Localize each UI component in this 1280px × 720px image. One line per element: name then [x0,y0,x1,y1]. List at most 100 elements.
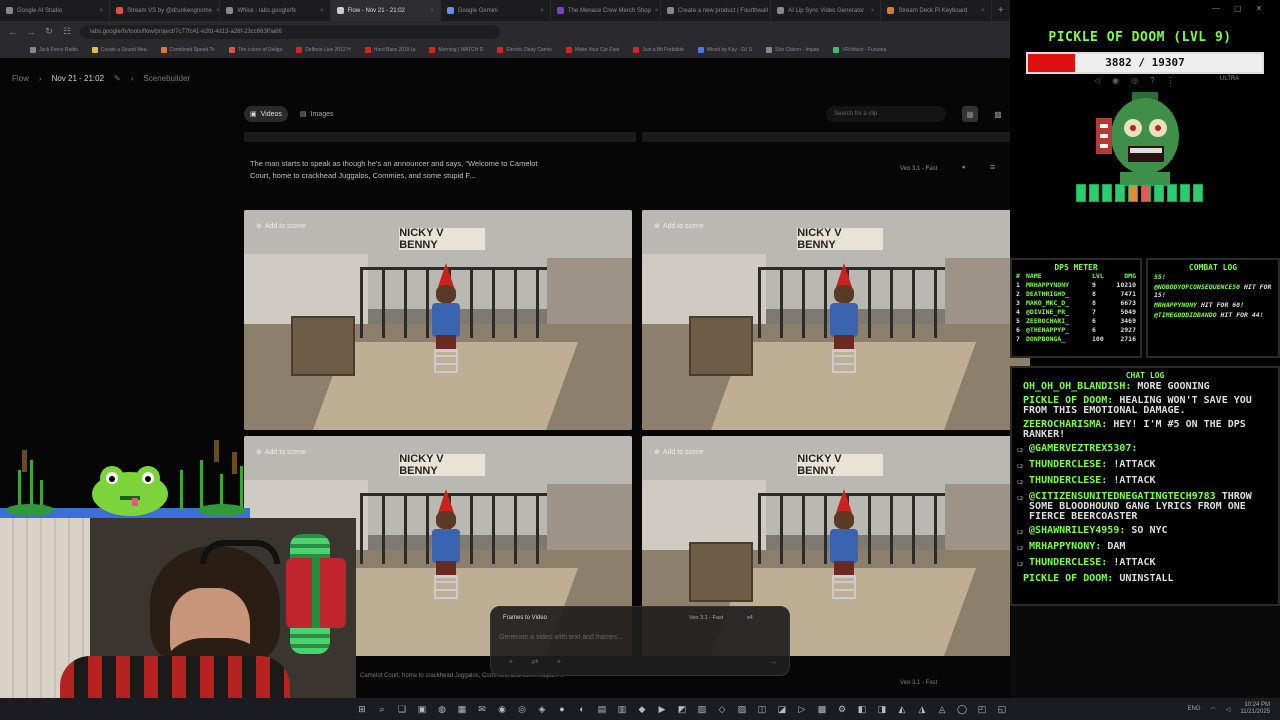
pencil-icon[interactable]: ✎ [114,74,121,83]
browser-tab[interactable]: Whisk - labs.google/fx × [220,0,331,21]
breadcrumb-section[interactable]: Scenebuilder [143,74,190,83]
wifi-icon[interactable]: ◠ [1211,706,1216,713]
add-frame-icon[interactable]: + [553,655,565,667]
bookmark-item[interactable]: Deftone Live 2012 H [296,47,351,53]
zoom-icon[interactable]: ◪ [774,701,790,717]
add-to-scene-button[interactable]: ⊕ Add to scene [654,448,704,457]
close-tab-icon[interactable]: × [100,8,104,14]
browser-tab[interactable]: Flow - Nov 21 - 21:02 × [330,0,441,21]
add-to-scene-button[interactable]: ⊕ Add to scene [654,222,704,231]
windows-icon[interactable]: ⊞ [354,701,370,717]
tray-clock[interactable]: 10:24 PM 11/21/2025 [1240,702,1270,716]
browser-tab[interactable]: Stream VS by @drunkengnome × [110,0,221,21]
url-field[interactable]: labs.google/fx/tools/flow/project/7c77fc… [80,24,500,39]
browser-tab[interactable]: Google Gemini × [441,0,551,21]
tab-images[interactable]: ▤ Images [294,106,340,122]
bookmark-item[interactable]: Create a Sound Nea [91,47,147,53]
bookmark-item[interactable]: The colors of Deliga [228,47,282,53]
bookmark-item[interactable]: VRchitect - Fursona [833,47,886,53]
close-tab-icon[interactable]: × [981,8,985,14]
browser-tab[interactable]: Stream Deck Pi Keyboard × [881,0,992,21]
bookmark-item[interactable]: Make Your Car Fast [565,47,619,53]
add-to-scene-button[interactable]: ⊕ Add to scene [256,448,306,457]
back-icon[interactable]: ← [8,27,18,37]
tab-videos[interactable]: ▣ Videos [244,106,288,122]
xbox-icon[interactable]: ◯ [954,701,970,717]
close-tab-icon[interactable]: × [320,8,324,14]
ea-icon[interactable]: ◬ [934,701,950,717]
onenote-icon[interactable]: ◰ [974,701,990,717]
davinci-icon[interactable]: ◩ [674,701,690,717]
browser-tab[interactable]: Google AI Studio × [0,0,111,21]
terminal-icon[interactable]: ▶ [654,701,670,717]
mail-icon[interactable]: ✉ [474,701,490,717]
vscode-icon[interactable]: ◆ [634,701,650,717]
help-icon[interactable]: ? [1150,76,1154,85]
epic-icon[interactable]: ◧ [854,701,870,717]
forward-icon[interactable]: → [26,27,36,37]
steam-icon[interactable]: ◉ [494,701,510,717]
discord-icon[interactable]: ◈ [534,701,550,717]
list-icon[interactable]: ≡ [990,162,995,172]
figma-icon[interactable]: ◇ [714,701,730,717]
bookmark-item[interactable]: Just a Bit Forbidde [633,47,684,53]
premiere-icon[interactable]: ▥ [614,701,630,717]
bookmark-item[interactable]: Electric Dairy Carnie [497,47,552,53]
explorer-icon[interactable]: ▣ [414,701,430,717]
bookmark-item[interactable]: Morning | WATCH D [429,47,483,53]
browser-tab[interactable]: AI Lip Sync Video Generator × [771,0,882,21]
composer-count[interactable]: x4 [747,615,753,621]
volume-icon[interactable]: ◁ [1226,706,1231,713]
tile-view-icon[interactable]: ▩ [990,106,1006,122]
clip-search-input[interactable]: Search for a clip [826,106,946,122]
composer-input[interactable]: Generate a video with text and frames... [499,634,623,641]
send-icon[interactable]: → [767,655,779,667]
bookmark-item[interactable]: Hard Bass 2015 (a [364,47,415,53]
chrome-icon[interactable]: ◐ [574,701,590,717]
bookmark-item[interactable]: Mixed by Kay - DJ S [697,47,752,53]
breadcrumb-root[interactable]: Flow [12,74,29,83]
obs-icon[interactable]: ● [554,701,570,717]
grid-view-icon[interactable]: ▦ [962,106,978,122]
bookmark-item[interactable]: Star Citizen - Impas [766,47,819,53]
thumbnail-icon[interactable]: ▪ [962,162,965,172]
discord-icon[interactable]: ◎ [1131,76,1138,85]
gog-icon[interactable]: ◨ [874,701,890,717]
edge-icon[interactable]: ◍ [434,701,450,717]
add-frame-icon[interactable]: + [505,655,517,667]
spotify-icon[interactable]: ◎ [514,701,530,717]
battle-icon[interactable]: ◭ [894,701,910,717]
photoshop-icon[interactable]: ▤ [594,701,610,717]
new-tab-icon[interactable]: + [992,0,1010,21]
bookmark-item[interactable]: Combined Speed Te [160,47,215,53]
reload-icon[interactable]: ↻ [44,26,54,37]
browser-tab[interactable]: The Menace Crew Merch Shop × [551,0,662,21]
composer-model-select[interactable]: Veo 3.1 - Fast [689,615,723,621]
slack-icon[interactable]: ▨ [734,701,750,717]
search-icon[interactable]: ⌕ [374,701,390,717]
store-icon[interactable]: ▦ [454,701,470,717]
close-tab-icon[interactable]: × [871,8,875,14]
close-icon[interactable]: ✕ [1256,4,1263,13]
browser-tab[interactable]: Create a new product | Fourthwall× [661,0,772,21]
close-tab-icon[interactable]: × [655,8,659,14]
site-info-icon[interactable]: ☷ [62,26,72,37]
teams-icon[interactable]: ◫ [754,701,770,717]
breadcrumb-project[interactable]: Nov 21 - 21:02 [52,74,104,83]
maximize-icon[interactable]: ▢ [1234,4,1242,13]
bookmark-item[interactable]: Jack Force Radio [30,47,78,53]
swap-icon[interactable]: ⇄ [529,655,541,667]
minimize-icon[interactable]: — [1212,4,1220,13]
ubisoft-icon[interactable]: ◮ [914,701,930,717]
close-tab-icon[interactable]: × [430,8,434,14]
composer-mode-select[interactable]: Frames to Video [503,615,547,621]
more-icon[interactable]: ⋮ [1167,76,1175,85]
gamepad-icon[interactable]: ◉ [1112,76,1119,85]
clip-thumb[interactable] [244,132,636,142]
close-tab-icon[interactable]: × [216,8,219,14]
video-card[interactable]: NICKY V BENNY ⊕ Add to scene [244,210,632,430]
add-to-scene-button[interactable]: ⊕ Add to scene [256,222,306,231]
close-tab-icon[interactable]: × [540,8,544,14]
chrome2-icon[interactable]: ◱ [994,701,1010,717]
calc-icon[interactable]: ▩ [814,701,830,717]
